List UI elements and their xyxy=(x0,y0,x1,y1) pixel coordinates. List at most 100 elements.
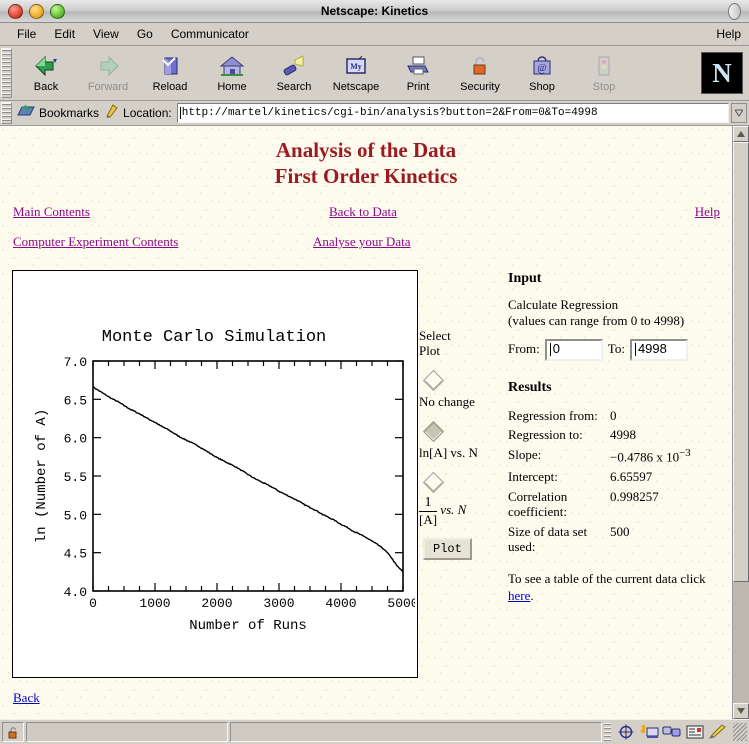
svg-text:ln (Number of A): ln (Number of A) xyxy=(34,409,50,543)
result-value-intercept: 6.65597 xyxy=(610,468,653,484)
netscape-logo-button[interactable]: N xyxy=(701,52,743,94)
shopping-bag-icon: @ xyxy=(528,53,556,79)
from-input[interactable]: 0 xyxy=(544,338,603,361)
result-value-regression-from: 0 xyxy=(610,407,617,423)
window-resize-grip[interactable] xyxy=(733,723,747,741)
radio-label-inv-a-vs-n: 1 [A] vs. N xyxy=(419,495,507,526)
toolbar-shop-button[interactable]: @ Shop xyxy=(511,53,573,93)
link-analyse-your-data[interactable]: Analyse your Data xyxy=(313,234,410,250)
collapse-button[interactable] xyxy=(728,2,741,20)
result-value-data-set-size: 500 xyxy=(610,523,630,539)
scroll-down-button[interactable] xyxy=(733,703,749,719)
toolbar-search-label: Search xyxy=(276,81,312,93)
plot-button[interactable]: Plot xyxy=(423,538,472,561)
radio-option-ln-a-vs-n[interactable]: ln[A] vs. N xyxy=(419,420,507,461)
status-bar-grip[interactable] xyxy=(604,723,611,741)
toolbar-search-button[interactable]: Search xyxy=(263,53,325,93)
page-title: Analysis of the Data First Order Kinetic… xyxy=(0,126,732,189)
link-back[interactable]: Back xyxy=(13,690,40,705)
link-back-to-data[interactable]: Back to Data xyxy=(329,204,397,220)
bottom-back-link-wrap: Back xyxy=(13,690,40,706)
status-message-area xyxy=(230,722,602,742)
arrow-down-icon xyxy=(737,708,745,714)
from-input-caret xyxy=(549,343,551,357)
result-value-slope-exponent: −3 xyxy=(679,447,691,460)
location-bar-drag-handle[interactable] xyxy=(1,102,12,124)
close-button[interactable] xyxy=(8,3,23,19)
netscape-logo-letter: N xyxy=(712,57,732,88)
unlocked-padlock-icon xyxy=(8,726,17,738)
link-main-contents[interactable]: Main Contents xyxy=(13,204,90,220)
to-input[interactable]: 4998 xyxy=(629,338,688,361)
radio-diamond-ln-a-vs-n[interactable] xyxy=(422,420,445,442)
toolbar-reload-label: Reload xyxy=(152,81,188,93)
menu-edit[interactable]: Edit xyxy=(45,26,84,42)
bookmarks-label[interactable]: Bookmarks xyxy=(39,106,99,120)
menu-view[interactable]: View xyxy=(84,26,128,42)
menu-help[interactable]: Help xyxy=(707,26,749,42)
input-instruction-line1: Calculate Regression xyxy=(508,297,619,313)
table-row: Correlation coefficient: 0.998257 xyxy=(508,487,724,522)
result-key-correlation-coefficient: Correlation coefficient: xyxy=(508,488,568,520)
composer-icon[interactable] xyxy=(708,723,728,741)
window-title: Netscape: Kinetics xyxy=(320,4,429,18)
toolbar-netscape-button[interactable]: My Netscape xyxy=(325,53,387,93)
menu-file[interactable]: File xyxy=(8,26,45,42)
results-heading: Results xyxy=(508,379,552,395)
address-book-icon[interactable] xyxy=(685,723,705,741)
toolbar-forward-button[interactable]: Forward xyxy=(77,53,139,93)
vertical-scrollbar[interactable] xyxy=(732,126,749,719)
minimize-button[interactable] xyxy=(29,3,44,19)
mailbox-icon[interactable] xyxy=(639,723,659,741)
table-row: Intercept: 6.65597 xyxy=(508,467,724,487)
back-arrow-icon xyxy=(32,53,60,79)
stop-sign-icon xyxy=(590,53,618,79)
toolbar-print-button[interactable]: Print xyxy=(387,53,449,93)
scrollbar-thumb[interactable] xyxy=(733,142,749,582)
menu-communicator[interactable]: Communicator xyxy=(162,26,258,42)
radio-diamond-inv-a-vs-n[interactable] xyxy=(422,471,445,493)
toolbar-stop-button[interactable]: Stop xyxy=(573,53,635,93)
url-input[interactable]: http://martel/kinetics/cgi-bin/analysis?… xyxy=(176,103,729,123)
toolbar-netscape-label: Netscape xyxy=(332,81,380,93)
chevron-down-icon xyxy=(735,109,743,117)
link-here[interactable]: here xyxy=(508,588,530,603)
plot-image: Monte Carlo Simulation 0 1000 2000 3000 4000… xyxy=(12,270,418,678)
toolbar-forward-label: Forward xyxy=(87,81,129,93)
toolbar-security-button[interactable]: Security xyxy=(449,53,511,93)
toolbar-drag-handle[interactable] xyxy=(1,48,12,98)
result-value-slope-mantissa: −0.4786 x 10 xyxy=(610,449,680,465)
radio-diamond-no-change[interactable] xyxy=(422,369,445,391)
to-input-caret xyxy=(634,343,636,357)
to-label: To: xyxy=(607,341,625,357)
toolbar-reload-button[interactable]: Reload xyxy=(139,53,201,93)
component-bar xyxy=(613,723,731,741)
result-key-regression-to: Regression to: xyxy=(508,427,583,443)
radio-option-no-change[interactable]: No change xyxy=(419,369,507,410)
svg-text:0: 0 xyxy=(89,596,97,611)
radio-option-inv-a-vs-n[interactable]: 1 [A] vs. N xyxy=(419,471,507,526)
radio-label-ln-a-vs-n: ln[A] vs. N xyxy=(419,445,507,461)
link-help[interactable]: Help xyxy=(695,204,720,220)
toolbar-home-button[interactable]: Home xyxy=(201,53,263,93)
link-computer-experiment-contents[interactable]: Computer Experiment Contents xyxy=(13,234,178,250)
url-dropdown-button[interactable] xyxy=(731,103,747,123)
home-icon xyxy=(218,53,246,79)
security-lock-indicator[interactable] xyxy=(2,722,24,742)
zoom-button[interactable] xyxy=(50,3,65,19)
toolbar-security-label: Security xyxy=(460,81,500,93)
url-text: http://martel/kinetics/cgi-bin/analysis?… xyxy=(181,107,598,119)
status-bar xyxy=(0,719,749,744)
analysis-panel: Input Calculate Regression (values can r… xyxy=(508,270,724,605)
svg-text:5.0: 5.0 xyxy=(64,508,87,523)
scroll-up-button[interactable] xyxy=(733,126,749,142)
navigator-icon[interactable] xyxy=(616,723,636,741)
scrollbar-trough[interactable] xyxy=(733,142,749,703)
svg-text:6.0: 6.0 xyxy=(64,432,87,447)
reload-icon xyxy=(156,53,184,79)
svg-text:7.0: 7.0 xyxy=(64,355,87,370)
toolbar-back-button[interactable]: Back xyxy=(15,53,77,93)
newsgroups-icon[interactable] xyxy=(662,723,682,741)
result-value-slope: −0.4786 x 10−3 xyxy=(610,445,724,467)
menu-go[interactable]: Go xyxy=(128,26,162,42)
